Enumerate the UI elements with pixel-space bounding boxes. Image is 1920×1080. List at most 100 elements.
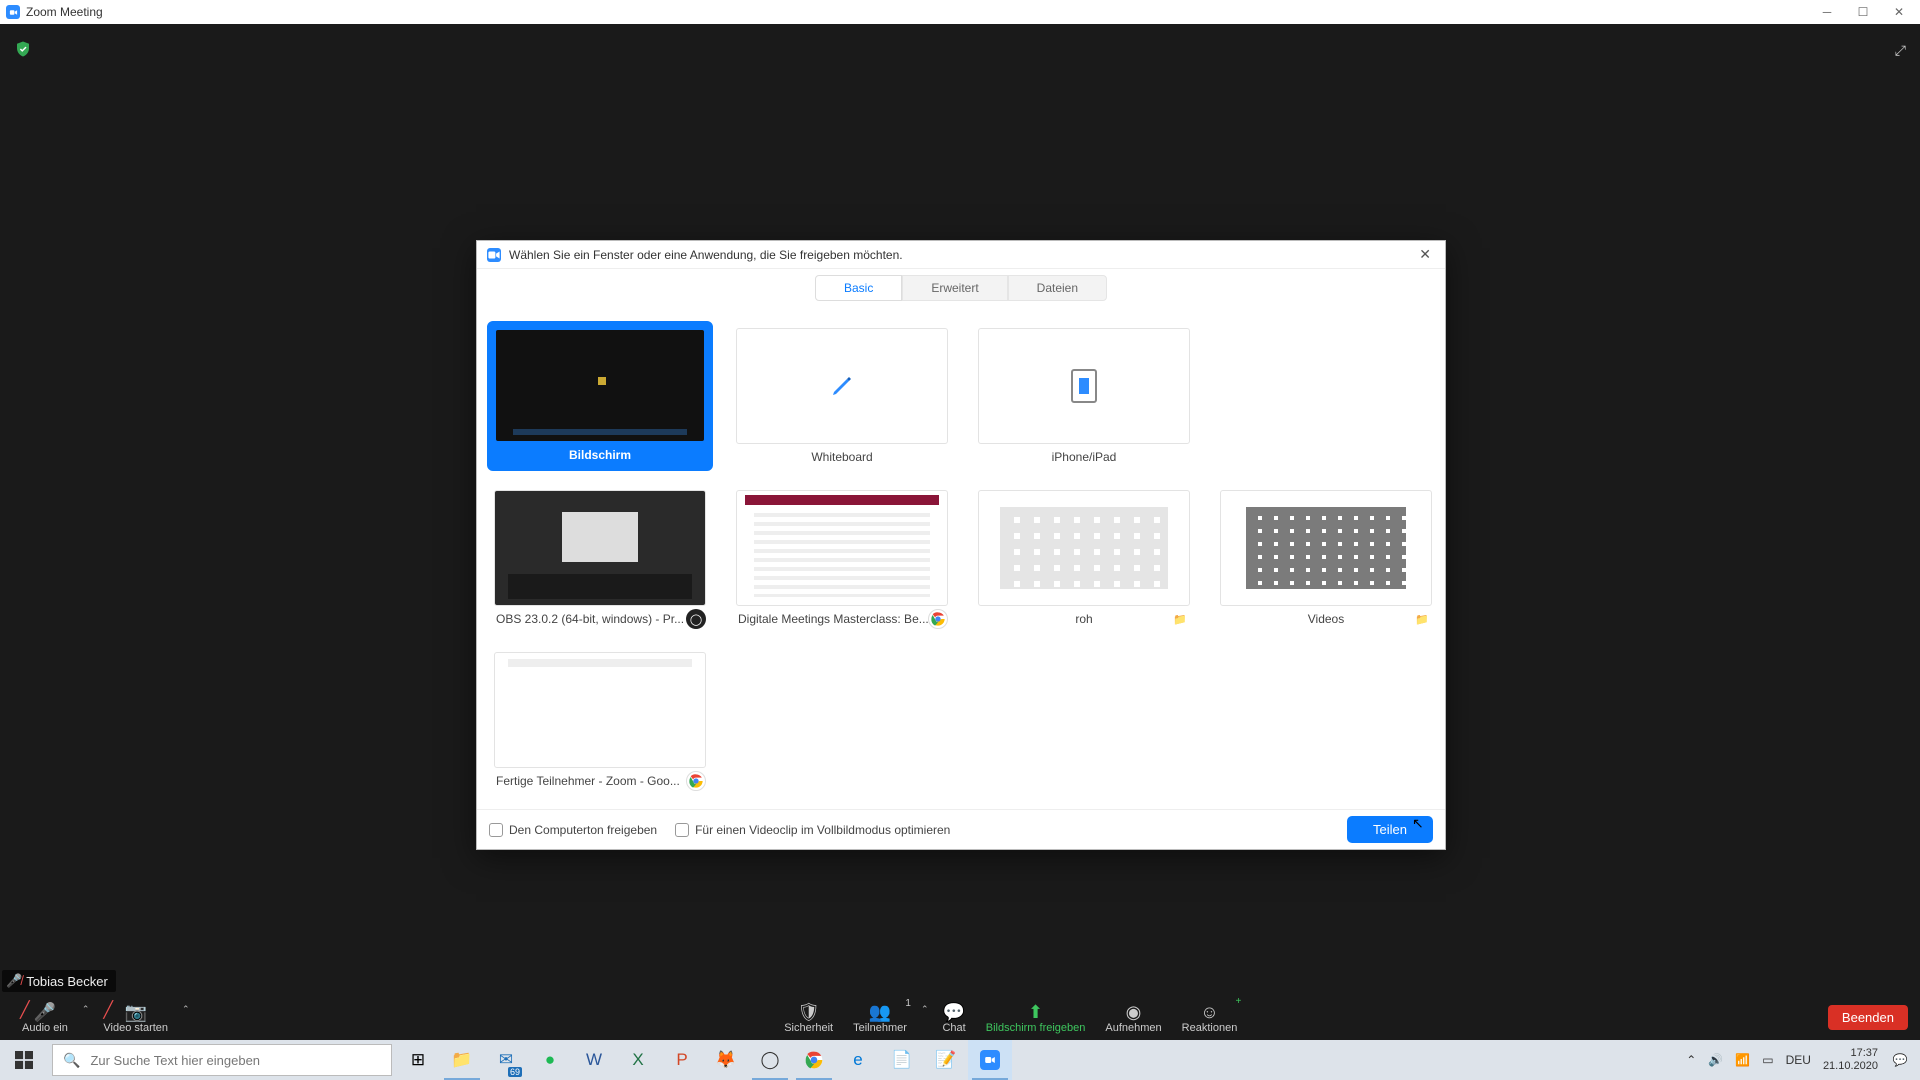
taskbar-app-spotify[interactable]: ● (528, 1040, 572, 1080)
record-icon: ◉ (1126, 1002, 1142, 1022)
taskbar-app-explorer[interactable]: 📁 (440, 1040, 484, 1080)
window-preview (1220, 490, 1432, 606)
participants-button[interactable]: 👥 1 Teilnehmer (843, 1000, 917, 1034)
tab-files[interactable]: Dateien (1008, 275, 1107, 301)
meeting-controls: 🎤 Audio ein ╱ ⌃ 📷 Video starten ╱ ⌃ 🛡 Si… (0, 994, 1920, 1040)
camera-off-icon: 📷 (125, 1002, 147, 1022)
reactions-label: Reaktionen (1182, 1022, 1238, 1034)
people-icon: 👥 (869, 1002, 891, 1022)
video-button[interactable]: 📷 Video starten ╱ (93, 1002, 178, 1034)
task-view-button[interactable]: ⊞ (396, 1040, 440, 1080)
taskbar-app-word[interactable]: W (572, 1040, 616, 1080)
share-option-whiteboard[interactable]: Whiteboard (729, 321, 955, 471)
audio-label: Audio ein (22, 1022, 68, 1034)
window-preview (978, 490, 1190, 606)
taskbar-app-edge[interactable]: e (836, 1040, 880, 1080)
checkbox-optimize-video[interactable]: Für einen Videoclip im Vollbildmodus opt… (675, 823, 950, 837)
shield-icon: 🛡 (797, 1002, 820, 1022)
audio-menu-caret[interactable]: ⌃ (78, 1000, 94, 1034)
chat-icon: 💬 (943, 1002, 965, 1022)
video-label: Video starten (103, 1022, 168, 1034)
reactions-button[interactable]: ☺ + Reaktionen (1172, 1000, 1248, 1034)
share-option-explorer-videos[interactable]: Videos 📁 (1213, 483, 1439, 633)
share-option-label: Whiteboard (730, 444, 954, 470)
start-button[interactable] (0, 1040, 48, 1080)
window-close-button[interactable]: ✕ (1892, 5, 1906, 19)
tray-overflow-icon[interactable]: ⌃ (1686, 1053, 1696, 1067)
window-preview (494, 490, 706, 606)
tray-battery-icon[interactable]: ▭ (1762, 1053, 1773, 1067)
folder-icon: 📁 (1170, 609, 1190, 629)
checkbox-icon (489, 823, 503, 837)
system-tray: ⌃ 🔊 📶 ▭ DEU 17:37 21.10.2020 💬 (1676, 1047, 1920, 1073)
tab-advanced[interactable]: Erweitert (902, 275, 1007, 301)
tray-datetime[interactable]: 17:37 21.10.2020 (1823, 1047, 1878, 1073)
taskbar-app-excel[interactable]: X (616, 1040, 660, 1080)
taskbar-app-powerpoint[interactable]: P (660, 1040, 704, 1080)
window-titlebar: Zoom Meeting ─ ☐ ✕ (0, 0, 1920, 24)
tray-wifi-icon[interactable]: 📶 (1735, 1053, 1750, 1067)
share-option-label: roh 📁 (972, 606, 1196, 632)
taskbar-search[interactable]: 🔍 Zur Suche Text hier eingeben (52, 1044, 392, 1076)
security-button[interactable]: 🛡 Sicherheit (774, 1000, 843, 1034)
dialog-titlebar: Wählen Sie ein Fenster oder eine Anwendu… (477, 241, 1445, 269)
share-option-label: Bildschirm (490, 442, 710, 468)
taskbar-app-notepad[interactable]: 📄 (880, 1040, 924, 1080)
audio-button[interactable]: 🎤 Audio ein ╱ (12, 1002, 78, 1034)
search-icon: 🔍 (63, 1052, 80, 1069)
tray-language[interactable]: DEU (1786, 1053, 1811, 1067)
share-option-chrome-teilnehmer[interactable]: Fertige Teilnehmer - Zoom - Goo... (487, 645, 713, 795)
share-option-obs[interactable]: OBS 23.0.2 (64-bit, windows) - Pr... ◯ (487, 483, 713, 633)
taskbar-app-zoom[interactable] (968, 1040, 1012, 1080)
checkbox-share-audio[interactable]: Den Computerton freigeben (489, 823, 657, 837)
plus-icon: + (1235, 996, 1241, 1007)
window-preview (494, 652, 706, 768)
tray-volume-icon[interactable]: 🔊 (1708, 1053, 1723, 1067)
share-option-chrome-masterclass[interactable]: Digitale Meetings Masterclass: Be... (729, 483, 955, 633)
participant-name: Tobias Becker (26, 974, 108, 989)
tray-date: 21.10.2020 (1823, 1060, 1878, 1073)
record-label: Aufnehmen (1105, 1022, 1161, 1034)
share-option-screen[interactable]: Bildschirm (487, 321, 713, 471)
checkbox-label: Für einen Videoclip im Vollbildmodus opt… (695, 823, 950, 837)
window-title: Zoom Meeting (26, 5, 103, 19)
share-screen-button[interactable]: ⬆ Bildschirm freigeben (976, 1000, 1096, 1034)
checkbox-icon (675, 823, 689, 837)
share-option-label: Fertige Teilnehmer - Zoom - Goo... (488, 768, 712, 794)
taskbar-app-mail[interactable]: ✉69 (484, 1040, 528, 1080)
taskbar-app-wordpad[interactable]: 📝 (924, 1040, 968, 1080)
taskbar-app-chrome[interactable] (792, 1040, 836, 1080)
checkbox-label: Den Computerton freigeben (509, 823, 657, 837)
reactions-icon: ☺ (1200, 1002, 1218, 1022)
video-menu-caret[interactable]: ⌃ (178, 1000, 194, 1034)
fullscreen-icon[interactable]: ⤢ (1895, 42, 1906, 59)
dialog-close-button[interactable]: ✕ (1415, 246, 1435, 263)
window-maximize-button[interactable]: ☐ (1856, 5, 1870, 19)
chrome-app-icon (928, 609, 948, 629)
chat-button[interactable]: 💬 Chat (932, 1000, 975, 1034)
tray-notifications-icon[interactable]: 💬 (1890, 1050, 1910, 1070)
participants-menu-caret[interactable]: ⌃ (917, 1000, 933, 1034)
dialog-footer: Den Computerton freigeben Für einen Vide… (477, 809, 1445, 849)
record-button[interactable]: ◉ Aufnehmen (1095, 1000, 1171, 1034)
mic-muted-icon: 🎤 (34, 1002, 56, 1022)
end-meeting-button[interactable]: Beenden (1828, 1005, 1908, 1030)
folder-icon: 📁 (1412, 609, 1432, 629)
tab-basic[interactable]: Basic (815, 275, 902, 301)
share-option-label: iPhone/iPad (972, 444, 1196, 470)
participant-name-tag: 🎤̸ Tobias Becker (2, 970, 116, 992)
share-option-explorer-roh[interactable]: roh 📁 (971, 483, 1197, 633)
share-option-iphone-ipad[interactable]: iPhone/iPad (971, 321, 1197, 471)
window-minimize-button[interactable]: ─ (1820, 5, 1834, 19)
whiteboard-preview (736, 328, 948, 444)
taskbar-app-firefox[interactable]: 🦊 (704, 1040, 748, 1080)
share-button[interactable]: Teilen (1347, 816, 1433, 843)
security-label: Sicherheit (784, 1022, 833, 1034)
taskbar-app-obs[interactable]: ◯ (748, 1040, 792, 1080)
encryption-shield-icon[interactable] (14, 40, 32, 58)
share-option-label: Videos 📁 (1214, 606, 1438, 632)
meeting-area: ⤢ 🎤̸ Tobias Becker 🎤 Audio ein ╱ ⌃ 📷 Vid… (0, 24, 1920, 1040)
iphone-preview (978, 328, 1190, 444)
obs-app-icon: ◯ (686, 609, 706, 629)
tray-time: 17:37 (1823, 1047, 1878, 1060)
